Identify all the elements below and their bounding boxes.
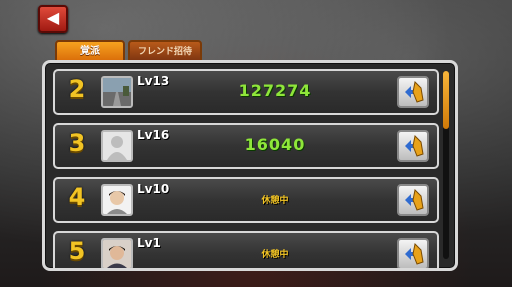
battle-hand-icon xyxy=(405,80,424,103)
level-label: Lv10 xyxy=(137,182,170,196)
level-label: Lv13 xyxy=(137,74,170,88)
person-photo-icon xyxy=(103,186,131,214)
status-label: 休憩中 xyxy=(261,196,289,206)
list-item: 3 Lv16 16040 xyxy=(53,123,439,169)
challenge-button[interactable] xyxy=(397,76,429,108)
score-value: 16040 xyxy=(244,135,306,154)
rank-number: 3 xyxy=(68,129,86,157)
challenge-button[interactable] xyxy=(397,238,429,268)
scroll-thumb[interactable] xyxy=(443,71,449,129)
battle-hand-icon xyxy=(405,242,424,265)
rank-number: 2 xyxy=(68,75,86,103)
avatar[interactable] xyxy=(101,238,133,268)
status-label: 休憩中 xyxy=(261,250,289,260)
battle-hand-icon xyxy=(405,188,424,211)
person-photo-icon xyxy=(103,240,131,268)
avatar[interactable] xyxy=(101,76,133,108)
avatar[interactable] xyxy=(101,184,133,216)
rank-number: 5 xyxy=(68,237,86,265)
challenge-button[interactable] xyxy=(397,130,429,162)
list-item: 4 Lv10 休憩中 xyxy=(53,177,439,223)
default-avatar-icon xyxy=(103,132,131,160)
level-label: Lv1 xyxy=(137,236,161,250)
battle-hand-icon xyxy=(405,134,424,157)
list-item: 5 Lv1 休憩中 xyxy=(53,231,439,268)
rank-number: 4 xyxy=(68,183,86,211)
road-photo-icon xyxy=(103,78,131,106)
left-arrow-icon: ◀ xyxy=(46,8,60,27)
back-button[interactable]: ◀ xyxy=(38,5,68,33)
ranking-list-panel: 2 Lv13 127274 3 Lv16 16040 4 Lv10 休憩中 5 … xyxy=(42,60,458,271)
scrollbar[interactable] xyxy=(443,71,449,259)
level-label: Lv16 xyxy=(137,128,170,142)
list-item: 2 Lv13 127274 xyxy=(53,69,439,115)
avatar[interactable] xyxy=(101,130,133,162)
challenge-button[interactable] xyxy=(397,184,429,216)
score-value: 127274 xyxy=(238,81,312,100)
